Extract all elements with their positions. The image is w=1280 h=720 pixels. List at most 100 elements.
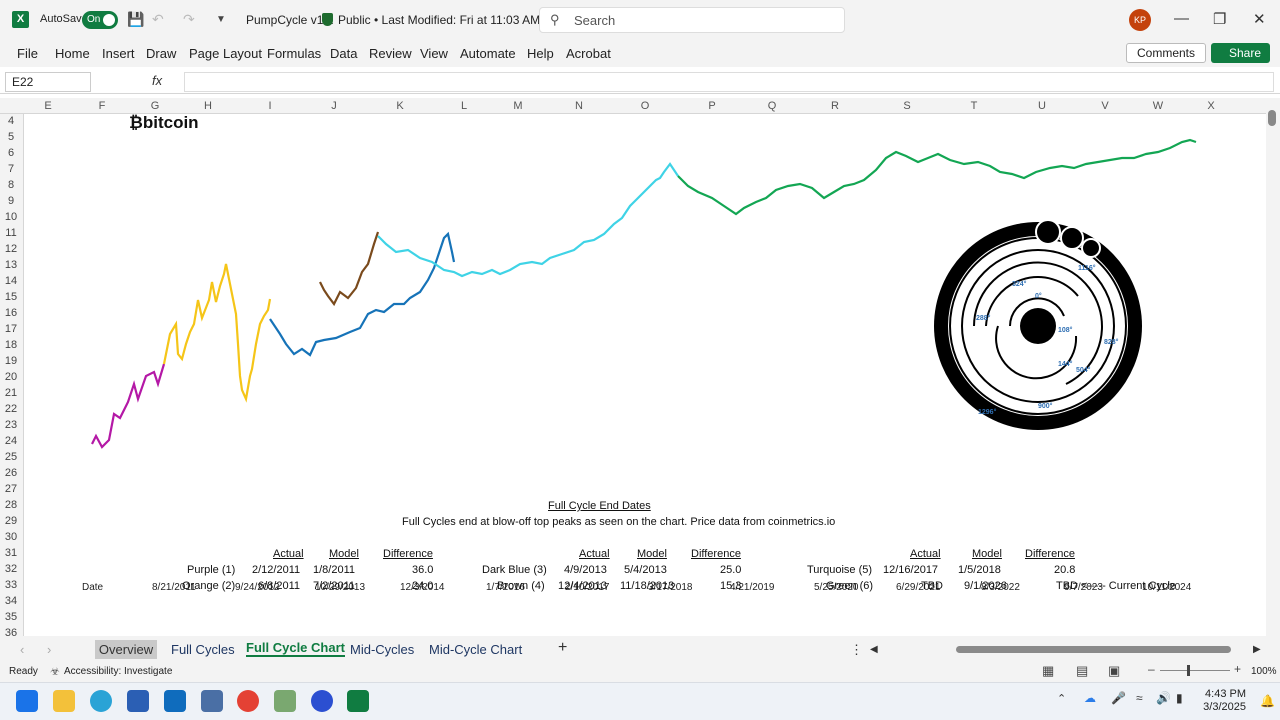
avatar[interactable]: KP <box>1129 9 1151 31</box>
autosave-toggle[interactable]: On <box>82 11 118 29</box>
column-header[interactable]: M <box>510 100 526 112</box>
chevron-up-icon[interactable]: ⌃ <box>1057 692 1066 705</box>
column-header[interactable]: I <box>262 100 278 112</box>
comments-button[interactable]: Comments <box>1126 43 1206 63</box>
column-header[interactable]: G <box>147 100 163 112</box>
row-header[interactable]: 24 <box>0 435 22 447</box>
column-header[interactable]: W <box>1150 100 1166 112</box>
row-header[interactable]: 12 <box>0 243 22 255</box>
document-status[interactable]: Public • Last Modified: Fri at 11:03 AM <box>338 13 540 27</box>
vertical-scroll-thumb[interactable] <box>1268 110 1276 126</box>
column-header[interactable]: H <box>200 100 216 112</box>
menu-insert[interactable]: Insert <box>102 46 135 61</box>
excel-taskbar-icon[interactable] <box>347 690 369 712</box>
file-explorer-icon[interactable] <box>53 690 75 712</box>
column-header[interactable]: X <box>1203 100 1219 112</box>
column-header[interactable]: Q <box>764 100 780 112</box>
menu-data[interactable]: Data <box>330 46 357 61</box>
column-header[interactable]: R <box>827 100 843 112</box>
menu-view[interactable]: View <box>420 46 448 61</box>
zoom-out-icon[interactable]: – <box>1148 662 1155 676</box>
redo-icon[interactable]: ↷ <box>183 11 195 28</box>
row-header[interactable]: 32 <box>0 563 22 575</box>
status-accessibility[interactable]: Accessibility: Investigate <box>64 666 172 677</box>
column-header[interactable]: T <box>966 100 982 112</box>
menu-acrobat[interactable]: Acrobat <box>566 46 611 61</box>
zoom-slider-thumb[interactable] <box>1187 665 1190 676</box>
menu-page-layout[interactable]: Page Layout <box>189 46 262 61</box>
remote-desktop-icon[interactable] <box>201 690 223 712</box>
row-header[interactable]: 19 <box>0 355 22 367</box>
row-header[interactable]: 35 <box>0 611 22 623</box>
wifi-icon[interactable]: ≈ <box>1136 691 1143 705</box>
row-header[interactable]: 9 <box>0 195 22 207</box>
row-header[interactable]: 33 <box>0 579 22 591</box>
tab-prev-icon[interactable]: ‹ <box>20 642 24 657</box>
row-header[interactable]: 10 <box>0 211 22 223</box>
battery-icon[interactable]: ▮ <box>1176 691 1183 705</box>
add-sheet-icon[interactable]: + <box>558 639 567 657</box>
row-header[interactable]: 34 <box>0 595 22 607</box>
row-header[interactable]: 8 <box>0 179 22 191</box>
row-header[interactable]: 15 <box>0 291 22 303</box>
column-header[interactable]: U <box>1034 100 1050 112</box>
column-header[interactable]: F <box>94 100 110 112</box>
row-header[interactable]: 5 <box>0 131 22 143</box>
menu-file[interactable]: File <box>17 46 38 61</box>
column-header[interactable]: V <box>1097 100 1113 112</box>
row-header[interactable]: 21 <box>0 387 22 399</box>
column-header[interactable]: S <box>899 100 915 112</box>
menu-home[interactable]: Home <box>55 46 90 61</box>
chrome-icon[interactable] <box>237 690 259 712</box>
store-icon[interactable] <box>127 690 149 712</box>
onedrive-icon[interactable]: ☁ <box>1084 691 1096 705</box>
name-box[interactable]: E22 <box>5 72 91 92</box>
column-header[interactable]: P <box>704 100 720 112</box>
tab-overview[interactable]: Overview <box>95 640 157 659</box>
tab-full-cycle-chart[interactable]: Full Cycle Chart <box>246 640 345 657</box>
zoom-app-icon[interactable] <box>311 690 333 712</box>
row-header[interactable]: 4 <box>0 115 22 127</box>
column-header[interactable]: O <box>637 100 653 112</box>
column-header[interactable]: N <box>571 100 587 112</box>
menu-draw[interactable]: Draw <box>146 46 176 61</box>
speaker-icon[interactable]: 🔊 <box>1156 691 1171 705</box>
row-header[interactable]: 25 <box>0 451 22 463</box>
start-icon[interactable] <box>16 690 38 712</box>
column-header[interactable]: J <box>326 100 342 112</box>
row-header[interactable]: 7 <box>0 163 22 175</box>
sheet-grid[interactable]: ₿bitcoin 0° 108° 144° 288° 324° 504° 828… <box>24 114 1266 636</box>
row-header[interactable]: 22 <box>0 403 22 415</box>
row-header[interactable]: 20 <box>0 371 22 383</box>
page-layout-view-icon[interactable]: ▤ <box>1076 663 1088 679</box>
more-options-icon[interactable]: ⋮ <box>850 642 863 658</box>
menu-help[interactable]: Help <box>527 46 554 61</box>
hscroll-left-icon[interactable]: ◀ <box>870 644 878 655</box>
undo-icon[interactable]: ↶ <box>152 11 164 28</box>
close-icon[interactable]: ✕ <box>1253 10 1266 28</box>
row-header[interactable]: 6 <box>0 147 22 159</box>
row-header[interactable]: 27 <box>0 483 22 495</box>
row-header[interactable]: 23 <box>0 419 22 431</box>
hscroll-right-icon[interactable]: ▶ <box>1253 644 1261 655</box>
notification-icon[interactable]: 🔔 <box>1260 694 1275 708</box>
column-header[interactable]: E <box>40 100 56 112</box>
fx-icon[interactable]: fx <box>152 73 162 88</box>
outlook-icon[interactable] <box>164 690 186 712</box>
row-header[interactable]: 30 <box>0 531 22 543</box>
zoom-level[interactable]: 100% <box>1251 666 1277 677</box>
row-header[interactable]: 26 <box>0 467 22 479</box>
column-header[interactable]: K <box>392 100 408 112</box>
microphone-icon[interactable]: 🎤 <box>1111 691 1126 705</box>
search-box[interactable]: ⚲ Search <box>539 7 845 33</box>
tab-next-icon[interactable]: › <box>47 642 51 657</box>
row-header[interactable]: 18 <box>0 339 22 351</box>
save-icon[interactable]: 💾 <box>127 11 144 28</box>
formula-input[interactable] <box>184 72 1274 92</box>
minimize-icon[interactable]: — <box>1174 10 1189 27</box>
row-header[interactable]: 31 <box>0 547 22 559</box>
menu-review[interactable]: Review <box>369 46 412 61</box>
row-header[interactable]: 16 <box>0 307 22 319</box>
row-header[interactable]: 11 <box>0 227 22 239</box>
tab-mid-cycles[interactable]: Mid-Cycles <box>350 642 414 657</box>
